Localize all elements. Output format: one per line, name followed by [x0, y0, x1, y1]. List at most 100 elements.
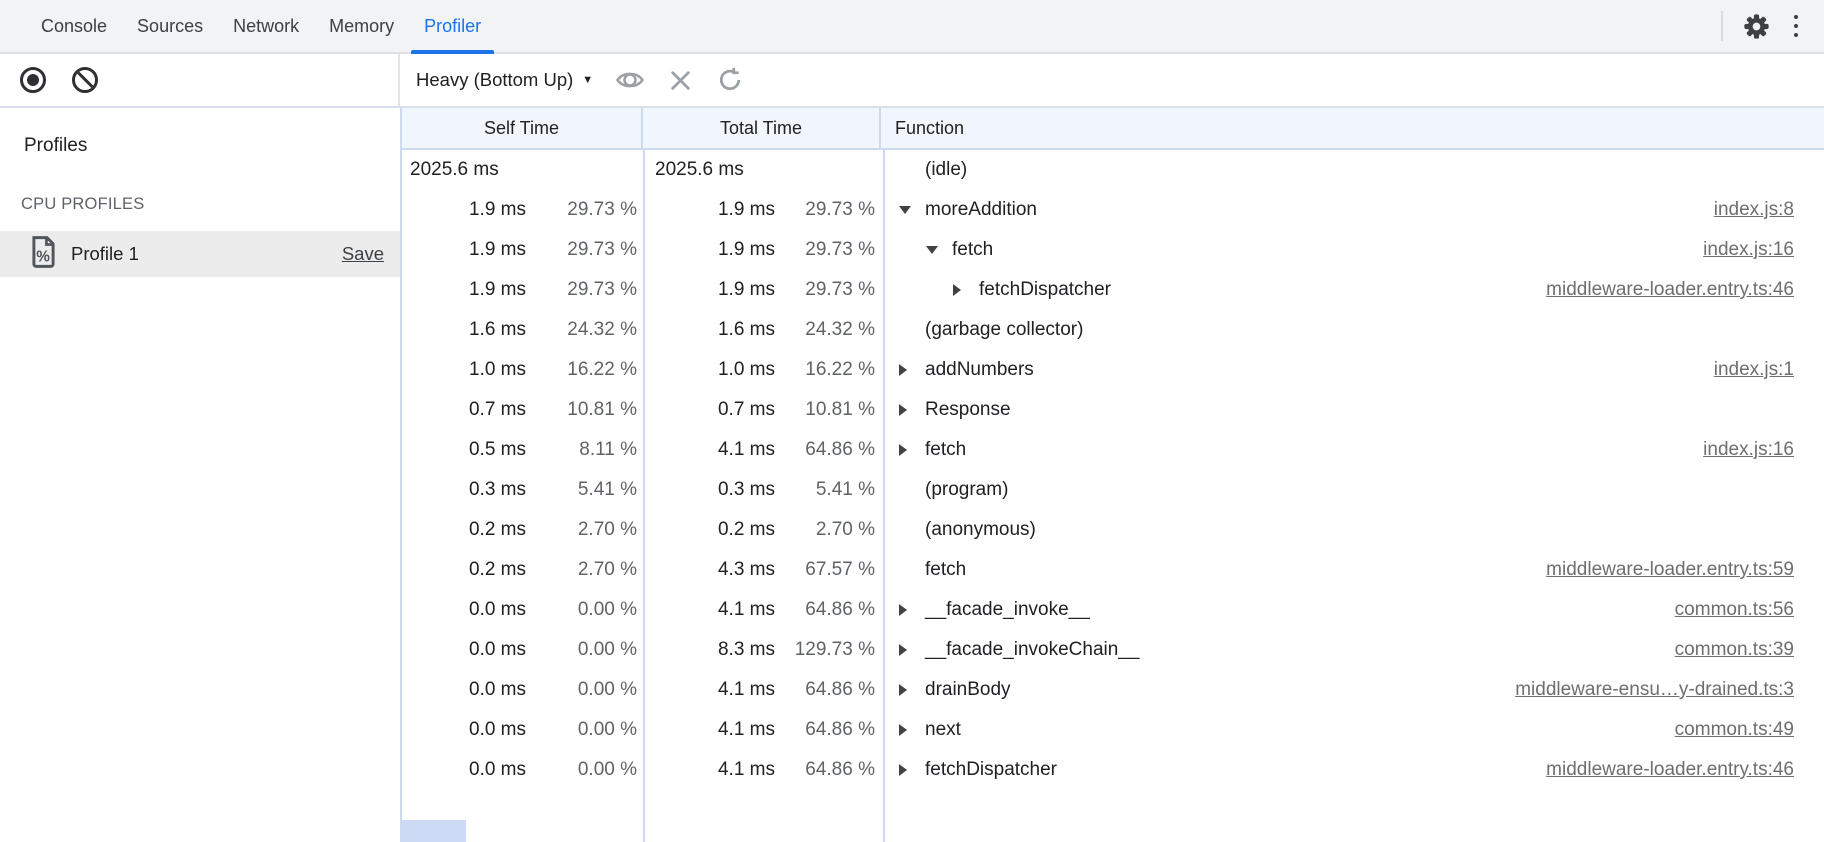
source-link[interactable]: middleware-loader.entry.ts:46	[1546, 279, 1824, 301]
table-row[interactable]: 0.0 ms 0.00 % 4.1 ms 64.86 % drainBody m…	[402, 670, 1824, 710]
total-time-cell: 1.9 ms 29.73 %	[645, 230, 885, 270]
source-link[interactable]: common.ts:39	[1675, 639, 1824, 661]
table-row[interactable]: 1.0 ms 16.22 % 1.0 ms 16.22 % addNumbers…	[402, 350, 1824, 390]
clear-icon[interactable]	[72, 67, 98, 93]
total-time-value: 0.7 ms	[655, 399, 775, 421]
self-time-cell: 1.9 ms 29.73 %	[402, 270, 645, 310]
selected-row-strip[interactable]	[402, 820, 466, 842]
function-cell: Response	[885, 390, 1824, 430]
source-link[interactable]: common.ts:49	[1675, 719, 1824, 741]
self-time-cell: 0.2 ms 2.70 %	[402, 550, 645, 590]
source-link[interactable]: middleware-loader.entry.ts:59	[1546, 559, 1824, 581]
source-link[interactable]: middleware-loader.entry.ts:46	[1546, 759, 1824, 781]
source-link[interactable]: index.js:8	[1714, 199, 1824, 221]
self-time-cell: 1.6 ms 24.32 %	[402, 310, 645, 350]
total-time-cell: 0.2 ms 2.70 %	[645, 510, 885, 550]
table-row[interactable]: 2025.6 ms 2025.6 ms (idle)	[402, 150, 1824, 190]
disclosure-triangle-icon[interactable]	[899, 206, 911, 214]
gear-icon[interactable]	[1743, 13, 1770, 40]
self-time-cell: 0.0 ms 0.00 %	[402, 590, 645, 630]
tab-console[interactable]: Console	[26, 0, 122, 52]
total-time-cell: 4.1 ms 64.86 %	[645, 590, 885, 630]
disclosure-triangle-icon[interactable]	[899, 404, 907, 416]
total-time-cell: 4.1 ms 64.86 %	[645, 750, 885, 790]
total-time-cell: 1.9 ms 29.73 %	[645, 270, 885, 310]
total-time-percent: 29.73 %	[775, 199, 875, 221]
total-time-cell: 4.3 ms 67.57 %	[645, 550, 885, 590]
total-time-cell: 0.7 ms 10.81 %	[645, 390, 885, 430]
disclosure-triangle-icon[interactable]	[899, 684, 907, 696]
total-time-value: 4.1 ms	[655, 679, 775, 701]
table-row[interactable]: 0.3 ms 5.41 % 0.3 ms 5.41 % (program)	[402, 470, 1824, 510]
tab-profiler[interactable]: Profiler	[409, 0, 496, 52]
profile-view-select[interactable]: Heavy (Bottom Up) ▼	[416, 69, 593, 91]
close-icon[interactable]	[667, 67, 694, 94]
table-row[interactable]: 1.6 ms 24.32 % 1.6 ms 24.32 % (garbage c…	[402, 310, 1824, 350]
disclosure-triangle-icon[interactable]	[899, 764, 907, 776]
total-time-cell: 1.9 ms 29.73 %	[645, 190, 885, 230]
table-row[interactable]: 1.9 ms 29.73 % 1.9 ms 29.73 % fetch inde…	[402, 230, 1824, 270]
self-time-value: 1.0 ms	[410, 359, 526, 381]
record-icon[interactable]	[20, 67, 46, 93]
self-time-percent: 10.81 %	[526, 399, 637, 421]
total-time-percent: 64.86 %	[775, 759, 875, 781]
table-row[interactable]: 0.0 ms 0.00 % 8.3 ms 129.73 % __facade_i…	[402, 630, 1824, 670]
tab-memory[interactable]: Memory	[314, 0, 409, 52]
toolbar-divider	[1721, 11, 1723, 41]
table-row[interactable]: 0.7 ms 10.81 % 0.7 ms 10.81 % Response	[402, 390, 1824, 430]
source-link[interactable]: common.ts:56	[1675, 599, 1824, 621]
table-row[interactable]: 0.0 ms 0.00 % 4.1 ms 64.86 % next common…	[402, 710, 1824, 750]
self-time-cell: 1.9 ms 29.73 %	[402, 190, 645, 230]
total-time-value: 4.1 ms	[655, 599, 775, 621]
total-time-value: 8.3 ms	[655, 639, 775, 661]
source-link[interactable]: index.js:16	[1703, 439, 1824, 461]
sidebar-title: Profiles	[24, 134, 400, 158]
column-header-self-time[interactable]: Self Time	[402, 108, 643, 148]
source-link[interactable]: middleware-ensu…y-drained.ts:3	[1515, 679, 1824, 701]
column-header-total-time[interactable]: Total Time	[643, 108, 881, 148]
self-time-cell: 0.0 ms 0.00 %	[402, 750, 645, 790]
tab-sources[interactable]: Sources	[122, 0, 218, 52]
self-time-value: 0.0 ms	[410, 759, 526, 781]
self-time-percent: 2.70 %	[526, 559, 637, 581]
table-row[interactable]: 1.9 ms 29.73 % 1.9 ms 29.73 % fetchDispa…	[402, 270, 1824, 310]
function-name: fetch	[925, 559, 966, 581]
column-header-function[interactable]: Function	[881, 108, 1824, 148]
table-row[interactable]: 0.2 ms 2.70 % 0.2 ms 2.70 % (anonymous)	[402, 510, 1824, 550]
disclosure-triangle-icon[interactable]	[899, 604, 907, 616]
source-link[interactable]: index.js:1	[1714, 359, 1824, 381]
total-time-percent: 24.32 %	[775, 319, 875, 341]
profile-grid-body: 2025.6 ms 2025.6 ms (idle) 1.9 ms 29.73 …	[402, 150, 1824, 790]
source-link[interactable]: index.js:16	[1703, 239, 1824, 261]
grid-header: Self Time Total Time Function	[402, 108, 1824, 150]
self-time-cell: 0.2 ms 2.70 %	[402, 510, 645, 550]
total-time-percent: 10.81 %	[775, 399, 875, 421]
table-row[interactable]: 0.5 ms 8.11 % 4.1 ms 64.86 % fetch index…	[402, 430, 1824, 470]
arrow-slot	[899, 764, 925, 776]
save-profile-link[interactable]: Save	[342, 243, 384, 265]
disclosure-triangle-icon[interactable]	[899, 644, 907, 656]
self-time-value: 0.2 ms	[410, 519, 526, 541]
disclosure-triangle-icon[interactable]	[899, 724, 907, 736]
view-controls: Heavy (Bottom Up) ▼	[400, 54, 744, 106]
disclosure-triangle-icon[interactable]	[899, 364, 907, 376]
tab-network[interactable]: Network	[218, 0, 314, 52]
table-row[interactable]: 0.2 ms 2.70 % 4.3 ms 67.57 % fetch middl…	[402, 550, 1824, 590]
table-row[interactable]: 0.0 ms 0.00 % 4.1 ms 64.86 % fetchDispat…	[402, 750, 1824, 790]
table-row[interactable]: 1.9 ms 29.73 % 1.9 ms 29.73 % moreAdditi…	[402, 190, 1824, 230]
disclosure-triangle-icon[interactable]	[899, 444, 907, 456]
devtools-tab-bar: Console Sources Network Memory Profiler	[0, 0, 1824, 54]
self-time-cell: 0.0 ms 0.00 %	[402, 710, 645, 750]
self-time-percent: 0.00 %	[526, 639, 637, 661]
arrow-slot	[899, 604, 925, 616]
sidebar-item-profile-1[interactable]: % Profile 1 Save	[0, 231, 400, 277]
table-row[interactable]: 0.0 ms 0.00 % 4.1 ms 64.86 % __facade_in…	[402, 590, 1824, 630]
refresh-icon[interactable]	[716, 66, 744, 94]
disclosure-triangle-icon[interactable]	[926, 246, 938, 254]
total-time-percent: 129.73 %	[775, 639, 875, 661]
function-cell: fetchDispatcher middleware-loader.entry.…	[885, 750, 1824, 790]
disclosure-triangle-icon[interactable]	[953, 284, 961, 296]
kebab-menu-icon[interactable]	[1790, 11, 1803, 42]
eye-icon[interactable]	[615, 65, 645, 95]
function-name: fetch	[952, 239, 993, 261]
